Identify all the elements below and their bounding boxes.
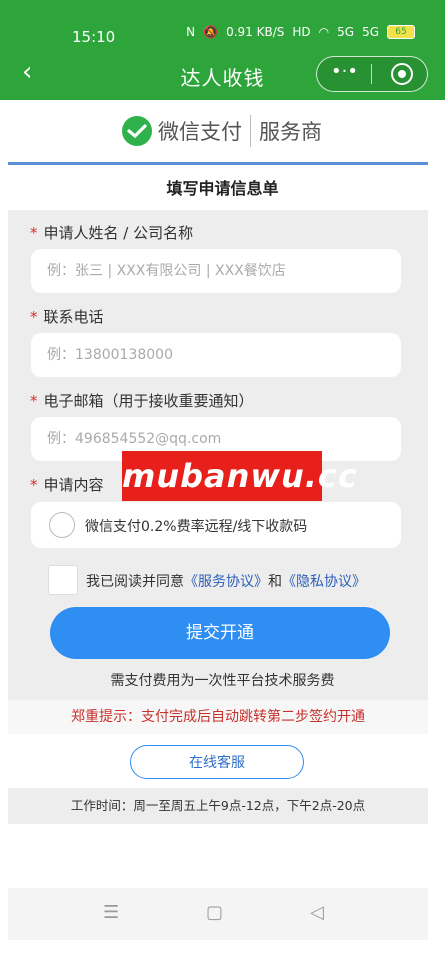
option-label: 微信支付0.2%费率远程/线下收款码 [85,519,308,535]
required-mark: * [30,392,38,410]
battery-icon: 65 [387,25,415,39]
status-icons: N 🔕 0.91 KB/S HD ◠ 5G 5G 65 [186,25,415,39]
system-nav-bar: ☰ ▢ ◁ [8,888,428,940]
email-label: * 电子邮箱（用于接收重要通知） [30,392,254,410]
warning-notice: 郑重提示：支付完成后自动跳转第二步签约开通 [8,700,428,734]
required-mark: * [30,476,38,494]
wifi-icon: ◠ [318,25,330,39]
submit-button[interactable]: 提交开通 [50,607,390,659]
form-title: 填写申请信息单 [166,179,279,198]
name-input[interactable]: 例：张三 | XXX有限公司 | XXX餐饮店 [31,249,401,293]
title-bar: ‹ 达人收钱 •·• [0,50,445,100]
working-hours: 工作时间：周一至周五上午9点-12点，下午2点-20点 [8,788,428,824]
agreement-text: 我已阅读并同意《服务协议》和《隐私协议》 [86,574,366,590]
status-bar: 15:10 N 🔕 0.91 KB/S HD ◠ 5G 5G 65 [0,0,445,50]
close-icon[interactable] [391,63,413,85]
signal-icon: 5G [337,25,355,39]
home-icon[interactable]: ▢ [206,902,223,923]
back-nav-icon[interactable]: ◁ [310,902,324,923]
header-divider [8,162,428,165]
brand-header: 微信支付 服务商 [0,100,445,162]
capsule-divider [371,64,372,84]
hd-icon: HD [292,25,311,39]
name-label: * 申请人姓名 / 公司名称 [30,224,194,242]
more-icon[interactable]: •·• [331,61,358,82]
service-provider-text: 服务商 [259,120,322,144]
agree-checkbox[interactable] [48,565,78,595]
wechat-pay-text: 微信支付 [158,120,242,144]
phone-input[interactable]: 例：13800138000 [31,333,401,377]
menu-icon[interactable]: ☰ [103,902,119,923]
fee-note: 需支付费用为一次性平台技术服务费 [110,673,335,689]
mini-program-capsule: •·• [316,56,428,92]
service-agreement-link[interactable]: 《服务协议》 [184,574,268,590]
privacy-agreement-link[interactable]: 《隐私协议》 [282,574,366,590]
network-speed: 0.91 KB/S [226,25,285,39]
signal-icon-2: 5G [362,25,379,39]
status-time: 15:10 [72,28,116,46]
nfc-icon: N [186,25,196,39]
watermark: mubanwu.cc [122,451,357,501]
phone-label: * 联系电话 [30,308,104,326]
required-mark: * [30,224,38,242]
bell-off-icon: 🔕 [203,25,219,39]
content-label: * 申请内容 [30,476,104,494]
radio-button[interactable] [49,512,75,538]
required-mark: * [30,308,38,326]
online-support-button[interactable]: 在线客服 [130,745,304,779]
wechat-pay-logo-icon [122,116,152,146]
brand-divider [250,115,251,147]
application-option[interactable]: 微信支付0.2%费率远程/线下收款码 [31,502,401,548]
